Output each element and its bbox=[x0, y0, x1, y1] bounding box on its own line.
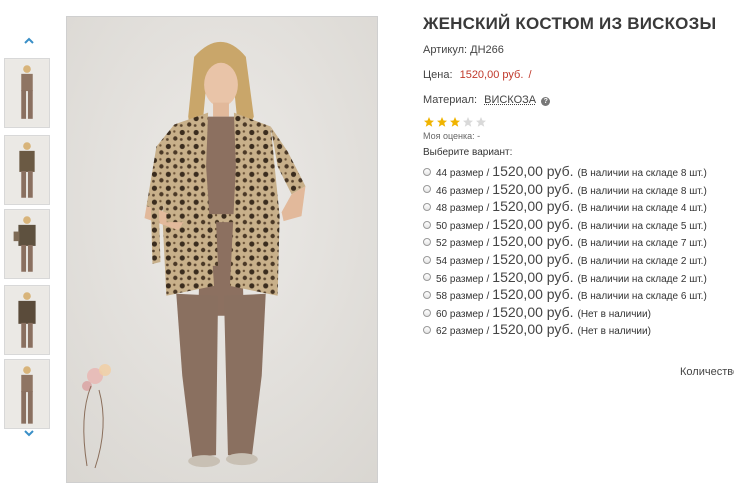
variant-stock: (В наличии на складе 6 шт.) bbox=[577, 291, 707, 303]
thumbnail-5[interactable] bbox=[4, 359, 50, 429]
variant-separator: / bbox=[486, 168, 490, 179]
variant-stock: (В наличии на складе 4 шт.) bbox=[577, 203, 707, 215]
variant-separator: / bbox=[486, 220, 490, 232]
variant-stock: (Нет в наличии) bbox=[577, 308, 651, 320]
thumbnail-2[interactable] bbox=[4, 135, 50, 205]
variant-separator: / bbox=[486, 238, 490, 250]
variant-stock: (В наличии на складе 8 шт.) bbox=[577, 185, 707, 197]
price-line: Цена: 1520,00 руб. / bbox=[423, 69, 734, 81]
price-label: Цена: bbox=[423, 69, 453, 81]
variant-size: 56 размер bbox=[436, 273, 484, 285]
article-value: ДН266 bbox=[470, 44, 504, 56]
variant-size: 52 размер bbox=[436, 238, 484, 250]
thumbnail-4[interactable] bbox=[4, 285, 50, 355]
star-icon[interactable] bbox=[436, 116, 448, 128]
variant-option[interactable]: 62 размер/1520,00 руб. (Нет в наличии) bbox=[423, 321, 734, 339]
variant-radio[interactable] bbox=[423, 255, 431, 264]
variant-option[interactable]: 54 размер/1520,00 руб. (В наличии на скла… bbox=[423, 251, 734, 269]
main-product-photo[interactable] bbox=[66, 16, 378, 483]
variant-radio[interactable] bbox=[423, 238, 431, 247]
thumbnail-rail bbox=[0, 30, 58, 450]
variant-price: 1520,00 руб. bbox=[492, 180, 574, 197]
my-rating-label: Моя оценка: - bbox=[423, 131, 481, 141]
variant-size: 58 размер bbox=[436, 291, 484, 303]
variant-size: 60 размер bbox=[436, 308, 484, 320]
variant-price: 1520,00 руб. bbox=[492, 321, 574, 338]
variant-radio[interactable] bbox=[423, 202, 431, 211]
variant-option[interactable]: 56 размер/1520,00 руб. (В наличии на скла… bbox=[423, 269, 734, 287]
variant-price: 1520,00 руб. bbox=[492, 268, 574, 285]
variant-separator: / bbox=[486, 255, 490, 267]
variant-separator: / bbox=[486, 326, 490, 338]
star-icon[interactable] bbox=[475, 116, 487, 128]
variant-radio[interactable] bbox=[423, 273, 431, 282]
variant-size: 62 размер bbox=[436, 326, 484, 338]
variant-list: 44 размер/1520,00 руб. (В наличии на скла… bbox=[423, 163, 734, 339]
variant-price: 1520,00 руб. bbox=[492, 215, 574, 232]
variant-price: 1520,00 руб. bbox=[492, 250, 574, 267]
variant-price: 1520,00 руб. bbox=[492, 163, 574, 179]
variant-separator: / bbox=[486, 273, 490, 285]
variant-option[interactable]: 48 размер/1520,00 руб. (В наличии на скла… bbox=[423, 198, 734, 216]
choose-variant-label: Выберите вариант: bbox=[423, 147, 513, 158]
variant-radio[interactable] bbox=[423, 185, 431, 194]
variant-separator: / bbox=[486, 185, 490, 197]
variant-option[interactable]: 46 размер/1520,00 руб. (В наличии на скла… bbox=[423, 181, 734, 199]
variant-stock: (В наличии на складе 2 шт.) bbox=[577, 255, 707, 267]
chevron-down-icon[interactable] bbox=[22, 426, 36, 440]
chevron-up-icon[interactable] bbox=[22, 34, 36, 48]
variant-price: 1520,00 руб. bbox=[492, 286, 574, 303]
variant-option[interactable]: 52 размер/1520,00 руб. (В наличии на скла… bbox=[423, 233, 734, 251]
variant-radio[interactable] bbox=[423, 290, 431, 299]
quantity-label: Количество bbox=[680, 366, 734, 378]
variant-price: 1520,00 руб. bbox=[492, 233, 574, 250]
variant-radio[interactable] bbox=[423, 308, 431, 317]
material-link[interactable]: ВИСКОЗА bbox=[484, 94, 536, 106]
thumbnail-1[interactable] bbox=[4, 58, 50, 128]
variant-size: 46 размер bbox=[436, 185, 484, 197]
variant-separator: / bbox=[486, 308, 490, 320]
price-separator: / bbox=[528, 69, 532, 81]
thumbnail-3[interactable] bbox=[4, 209, 50, 279]
variant-price: 1520,00 руб. bbox=[492, 198, 574, 215]
variant-price: 1520,00 руб. bbox=[492, 303, 574, 320]
price-value: 1520,00 руб. bbox=[459, 69, 524, 81]
variant-stock: (В наличии на складе 2 шт.) bbox=[577, 273, 707, 285]
variant-stock: (В наличии на складе 8 шт.) bbox=[577, 168, 707, 179]
variant-size: 50 размер bbox=[436, 220, 484, 232]
rating-stars[interactable] bbox=[423, 116, 734, 128]
article-line: Артикул: ДН266 bbox=[423, 44, 734, 56]
material-label: Материал: bbox=[423, 94, 478, 106]
variant-stock: (В наличии на складе 5 шт.) bbox=[577, 220, 707, 232]
variant-radio[interactable] bbox=[423, 220, 431, 229]
variant-option[interactable]: 44 размер/1520,00 руб. (В наличии на скла… bbox=[423, 163, 734, 181]
product-title: ЖЕНСКИЙ КОСТЮМ ИЗ ВИСКОЗЫ bbox=[423, 14, 717, 33]
variant-option[interactable]: 50 размер/1520,00 руб. (В наличии на скла… bbox=[423, 216, 734, 234]
variant-radio[interactable] bbox=[423, 326, 431, 335]
variant-size: 44 размер bbox=[436, 168, 484, 179]
variant-option[interactable]: 60 размер/1520,00 руб. (Нет в наличии) bbox=[423, 304, 734, 322]
variant-radio[interactable] bbox=[423, 167, 431, 176]
variant-separator: / bbox=[486, 203, 490, 215]
variant-size: 54 размер bbox=[436, 255, 484, 267]
material-line: Материал: ВИСКОЗА ? bbox=[423, 94, 734, 106]
star-icon[interactable] bbox=[462, 116, 474, 128]
variant-stock: (В наличии на складе 7 шт.) bbox=[577, 238, 707, 250]
star-icon[interactable] bbox=[449, 116, 461, 128]
variant-stock: (Нет в наличии) bbox=[577, 326, 651, 338]
question-circle-icon[interactable]: ? bbox=[541, 97, 551, 106]
variant-option[interactable]: 58 размер/1520,00 руб. (В наличии на скла… bbox=[423, 286, 734, 304]
variant-separator: / bbox=[486, 291, 490, 303]
star-icon[interactable] bbox=[423, 116, 435, 128]
variant-size: 48 размер bbox=[436, 203, 484, 215]
brand-logo bbox=[69, 356, 129, 476]
article-label: Артикул: bbox=[423, 44, 468, 56]
product-info: ЖЕНСКИЙ КОСТЮМ ИЗ ВИСКОЗЫ Артикул: ДН266… bbox=[423, 14, 734, 339]
